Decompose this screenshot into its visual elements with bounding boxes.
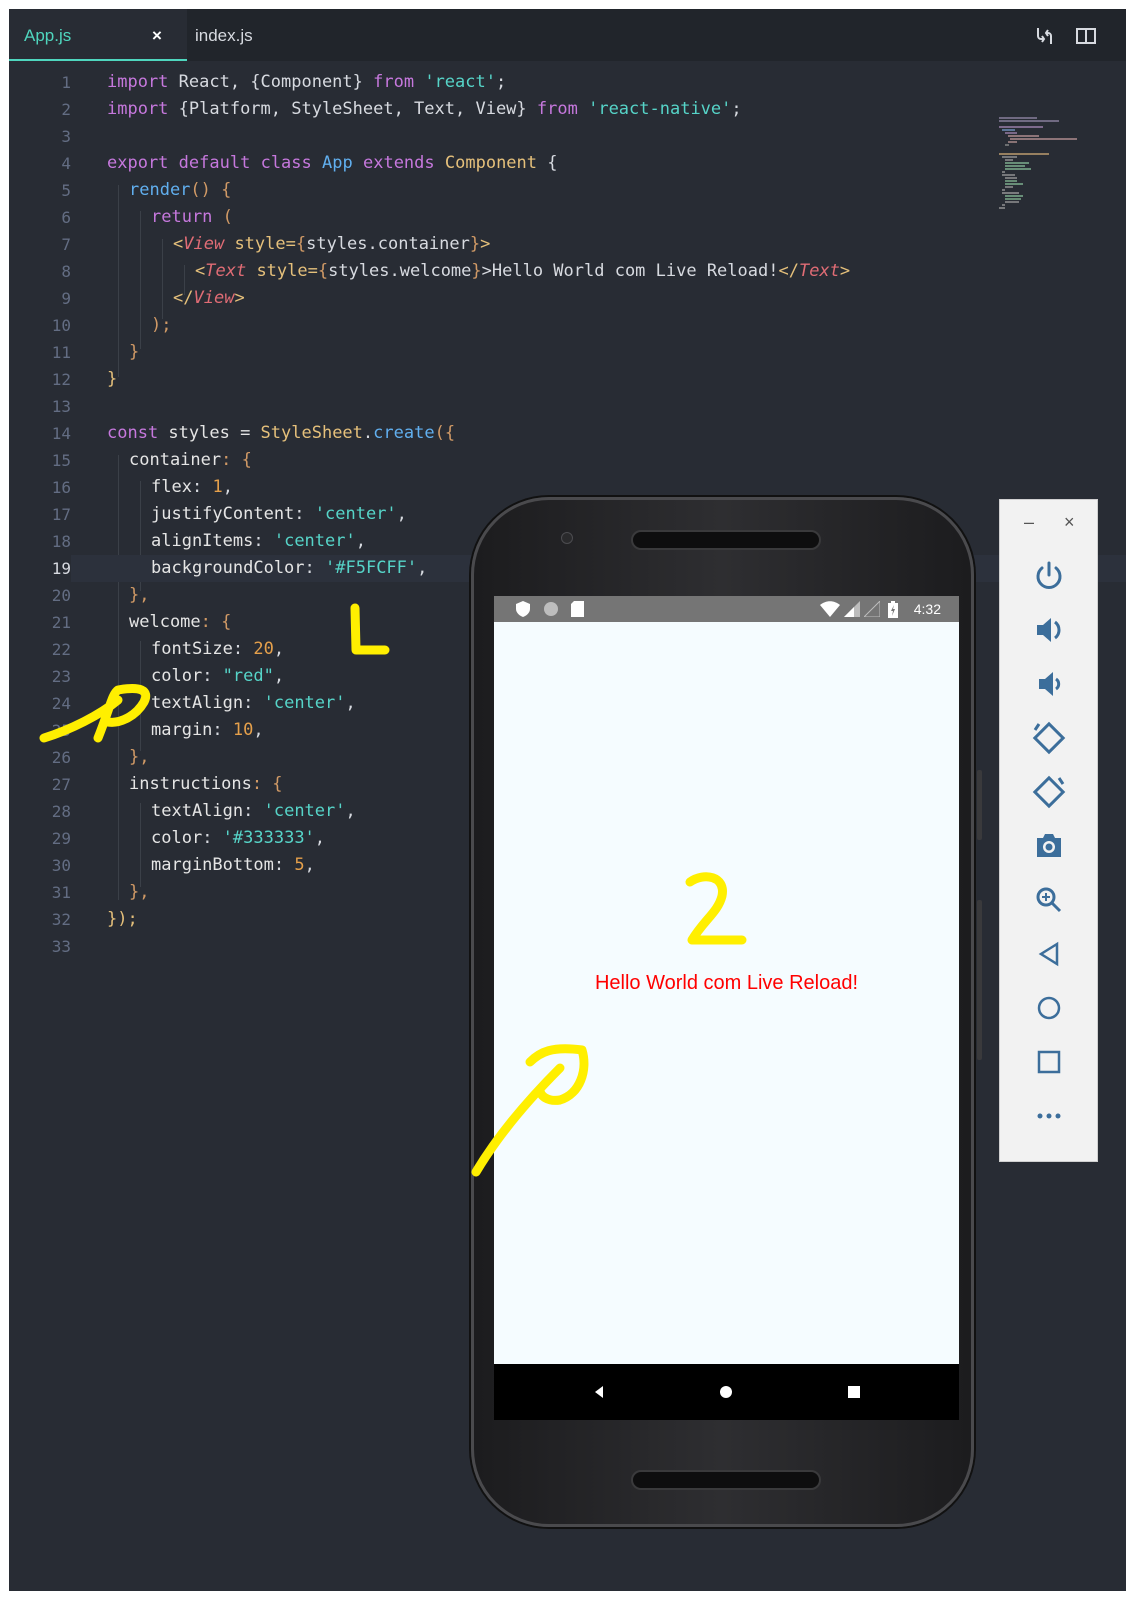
no-signal-icon — [862, 599, 881, 620]
volume-up-icon[interactable] — [1029, 610, 1069, 650]
line-number: 6 — [61, 208, 71, 227]
overview-icon[interactable] — [1029, 1042, 1069, 1082]
line-number: 14 — [51, 424, 71, 443]
indent-guide — [140, 211, 141, 349]
line-number: 9 — [61, 289, 71, 308]
minimize-button[interactable]: – — [1024, 512, 1034, 533]
line-number: 17 — [51, 505, 71, 524]
indent-guide — [118, 185, 119, 377]
zoom-icon[interactable] — [1029, 880, 1069, 920]
side-volume-button[interactable] — [977, 900, 982, 1060]
line-number: 31 — [51, 883, 71, 902]
nav-back-button[interactable] — [589, 1382, 609, 1402]
line-number: 10 — [51, 316, 71, 335]
line-number: 32 — [51, 910, 71, 929]
line-number: 8 — [61, 262, 71, 281]
line-number: 24 — [51, 694, 71, 713]
split-editor-icon[interactable] — [1075, 25, 1097, 47]
wifi-icon — [820, 601, 840, 620]
rotate-left-icon[interactable] — [1029, 718, 1069, 758]
line-number: 25 — [51, 721, 71, 740]
line-number: 23 — [51, 667, 71, 686]
indent-guide — [140, 641, 141, 751]
side-power-button[interactable] — [977, 770, 982, 840]
power-icon[interactable] — [1029, 556, 1069, 596]
line-number: 28 — [51, 802, 71, 821]
tab-label: App.js — [24, 26, 72, 45]
tab-app-js[interactable]: App.js × — [9, 9, 187, 61]
tab-index-js[interactable]: index.js — [187, 9, 307, 61]
minimap[interactable] — [999, 116, 1079, 236]
line-number: 5 — [61, 181, 71, 200]
signal-icon — [844, 601, 860, 620]
line-number: 2 — [61, 100, 71, 119]
tab-label: index.js — [195, 26, 253, 45]
line-number: 4 — [61, 154, 71, 173]
tab-bar: App.js × index.js — [9, 9, 1126, 61]
line-number: 27 — [51, 775, 71, 794]
rotate-right-icon[interactable] — [1029, 772, 1069, 812]
front-camera — [561, 532, 573, 544]
line-number: 22 — [51, 640, 71, 659]
phone-screen[interactable]: 4:32 Hello World com Live Reload! — [494, 596, 959, 1420]
line-number: 12 — [51, 370, 71, 389]
status-clock: 4:32 — [913, 601, 941, 617]
line-number: 26 — [51, 748, 71, 767]
line-number: 33 — [51, 937, 71, 956]
line-number: 16 — [51, 478, 71, 497]
home-icon[interactable] — [1029, 988, 1069, 1028]
back-icon[interactable] — [1029, 934, 1069, 974]
line-number: 18 — [51, 532, 71, 551]
sd-card-icon — [571, 601, 584, 620]
line-number: 3 — [61, 127, 71, 146]
nav-home-button[interactable] — [716, 1382, 736, 1402]
compare-changes-icon[interactable] — [1034, 25, 1056, 47]
line-number: 19 — [51, 559, 71, 578]
camera-icon[interactable] — [1029, 826, 1069, 866]
line-number: 21 — [51, 613, 71, 632]
line-number: 7 — [61, 235, 71, 254]
bottom-speaker — [631, 1470, 821, 1490]
nav-recents-button[interactable] — [844, 1382, 864, 1402]
hello-world-text: Hello World com Live Reload! — [594, 972, 859, 994]
line-number: 11 — [51, 343, 71, 362]
circle-status-icon — [543, 601, 559, 620]
close-button[interactable]: × — [1064, 512, 1075, 533]
indent-guide — [140, 803, 141, 887]
shield-icon — [516, 601, 530, 620]
line-number: 29 — [51, 829, 71, 848]
screen: App.js × index.js 1 import React, {Compo… — [9, 9, 1126, 1591]
line-number: 13 — [51, 397, 71, 416]
top-speaker — [631, 530, 821, 550]
battery-icon — [888, 601, 898, 621]
indent-guide — [162, 239, 163, 319]
line-number: 30 — [51, 856, 71, 875]
indent-guide — [118, 455, 119, 900]
more-icon[interactable] — [1029, 1096, 1069, 1136]
status-bar: 4:32 — [494, 596, 959, 622]
volume-down-icon[interactable] — [1029, 664, 1069, 704]
emulator-toolbar: – × — [999, 499, 1098, 1162]
line-number: 20 — [51, 586, 71, 605]
line-number: 1 — [61, 73, 71, 92]
line-number: 15 — [51, 451, 71, 470]
android-emulator-phone: 4:32 Hello World com Live Reload! — [471, 497, 982, 1527]
android-nav-bar — [494, 1364, 959, 1420]
tab-close-icon[interactable]: × — [152, 9, 162, 63]
